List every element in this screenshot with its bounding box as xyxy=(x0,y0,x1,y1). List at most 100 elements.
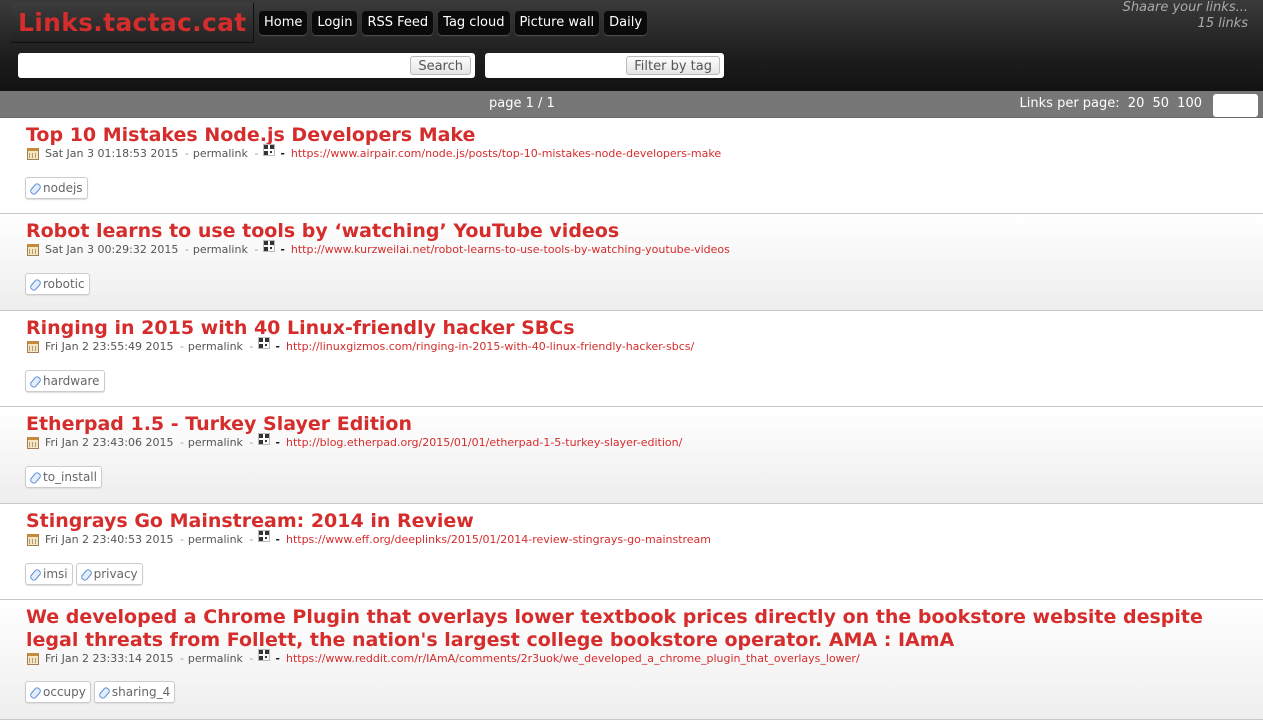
tag[interactable]: to_install xyxy=(25,466,102,488)
tag-icon xyxy=(29,182,41,194)
link-title[interactable]: We developed a Chrome Plugin that overla… xyxy=(26,606,1233,652)
permalink-link[interactable]: permalink xyxy=(193,146,248,162)
nav-tag-cloud[interactable]: Tag cloud xyxy=(438,11,510,35)
tag[interactable]: hardware xyxy=(25,370,105,392)
nav-rss-feed[interactable]: RSS Feed xyxy=(362,11,434,35)
link-meta: Fri Jan 2 23:43:06 2015 - permalink - - … xyxy=(27,433,682,451)
per-page-50[interactable]: 50 xyxy=(1152,96,1169,111)
link-meta: Fri Jan 2 23:55:49 2015 - permalink - - … xyxy=(27,337,694,355)
tag-list: hardware xyxy=(25,370,108,392)
permalink-link[interactable]: permalink xyxy=(188,532,243,548)
link-item: Stingrays Go Mainstream: 2014 in Review … xyxy=(0,504,1263,600)
search-input[interactable] xyxy=(18,53,408,78)
link-url[interactable]: https://www.reddit.com/r/IAmA/comments/2… xyxy=(286,651,860,667)
tag-icon xyxy=(29,568,41,580)
tag-icon xyxy=(29,278,41,290)
calendar-icon xyxy=(27,148,39,160)
link-url[interactable]: https://www.airpair.com/node.js/posts/to… xyxy=(291,146,721,162)
paging-bar: page 1 / 1 Links per page: 20 50 100 xyxy=(0,91,1263,118)
tag-icon xyxy=(80,568,92,580)
link-item: Robot learns to use tools by ‘watching’ … xyxy=(0,214,1263,311)
qrcode-icon[interactable] xyxy=(258,530,271,542)
nav-picture-wall[interactable]: Picture wall xyxy=(514,11,600,35)
qrcode-icon[interactable] xyxy=(263,240,276,252)
qrcode-icon[interactable] xyxy=(258,433,271,445)
permalink-link[interactable]: permalink xyxy=(193,242,248,258)
nav-login[interactable]: Login xyxy=(312,11,358,35)
link-title[interactable]: Stingrays Go Mainstream: 2014 in Review xyxy=(26,510,1233,533)
link-count: 15 links xyxy=(1197,16,1248,31)
tag-list: robotic xyxy=(25,273,93,295)
tag-filter-box: Filter by tag xyxy=(485,53,724,78)
link-meta: Fri Jan 2 23:33:14 2015 - permalink - - … xyxy=(27,649,860,667)
tag[interactable]: nodejs xyxy=(25,177,88,199)
calendar-icon xyxy=(27,341,39,353)
tag-label: robotic xyxy=(43,277,85,291)
qrcode-icon[interactable] xyxy=(258,649,271,661)
tag-label: occupy xyxy=(43,685,86,699)
tag[interactable]: privacy xyxy=(75,563,143,585)
tag[interactable]: sharing_4 xyxy=(93,681,176,703)
tag-list: to_install xyxy=(25,466,105,488)
tag-label: to_install xyxy=(43,470,97,484)
tag-label: nodejs xyxy=(43,181,83,195)
qrcode-icon[interactable] xyxy=(263,144,276,156)
links-per-page-label: Links per page: xyxy=(1019,96,1120,111)
link-item: Etherpad 1.5 - Turkey Slayer Edition Fri… xyxy=(0,407,1263,504)
tagline-block: Shaare your links... 15 links xyxy=(1123,0,1248,32)
link-title[interactable]: Ringing in 2015 with 40 Linux-friendly h… xyxy=(26,317,1233,340)
tag-label: imsi xyxy=(43,567,68,581)
link-date: Fri Jan 2 23:40:53 2015 xyxy=(45,533,174,546)
link-url[interactable]: https://www.eff.org/deeplinks/2015/01/20… xyxy=(286,532,711,548)
link-url[interactable]: http://blog.etherpad.org/2015/01/01/ethe… xyxy=(286,435,682,451)
link-date: Fri Jan 2 23:33:14 2015 xyxy=(45,652,174,665)
link-date: Sat Jan 3 01:18:53 2015 xyxy=(45,147,179,160)
calendar-icon xyxy=(27,437,39,449)
filter-by-tag-button[interactable]: Filter by tag xyxy=(626,56,720,75)
link-url[interactable]: http://www.kurzweilai.net/robot-learns-t… xyxy=(291,242,730,258)
site-title-link[interactable]: Links.tactac.cat xyxy=(11,3,254,43)
link-date: Fri Jan 2 23:43:06 2015 xyxy=(45,436,174,449)
link-date: Sat Jan 3 00:29:32 2015 xyxy=(45,243,179,256)
search-box: Search xyxy=(18,53,475,78)
tag[interactable]: imsi xyxy=(25,563,73,585)
link-item: We developed a Chrome Plugin that overla… xyxy=(0,600,1263,720)
calendar-icon xyxy=(27,244,39,256)
link-list: Top 10 Mistakes Node.js Developers Make … xyxy=(0,118,1263,720)
link-url[interactable]: http://linuxgizmos.com/ringing-in-2015-w… xyxy=(286,339,694,355)
per-page-input[interactable] xyxy=(1213,94,1258,117)
link-title[interactable]: Etherpad 1.5 - Turkey Slayer Edition xyxy=(26,413,1233,436)
link-item: Ringing in 2015 with 40 Linux-friendly h… xyxy=(0,311,1263,407)
permalink-link[interactable]: permalink xyxy=(188,339,243,355)
tag-label: hardware xyxy=(43,374,100,388)
link-date: Fri Jan 2 23:55:49 2015 xyxy=(45,340,174,353)
qrcode-icon[interactable] xyxy=(258,337,271,349)
tag-list: nodejs xyxy=(25,177,91,199)
permalink-link[interactable]: permalink xyxy=(188,651,243,667)
nav-home[interactable]: Home xyxy=(259,11,308,35)
tag-list: imsi privacy xyxy=(25,563,146,585)
tag-icon xyxy=(29,471,41,483)
tag-icon xyxy=(98,686,110,698)
link-meta: Fri Jan 2 23:40:53 2015 - permalink - - … xyxy=(27,530,711,548)
header: Links.tactac.cat Home Login RSS Feed Tag… xyxy=(0,0,1263,91)
per-page-20[interactable]: 20 xyxy=(1128,96,1145,111)
nav-daily[interactable]: Daily xyxy=(604,11,648,35)
link-title[interactable]: Top 10 Mistakes Node.js Developers Make xyxy=(26,124,1233,147)
search-button[interactable]: Search xyxy=(410,56,471,75)
tag-label: privacy xyxy=(93,567,138,581)
link-meta: Sat Jan 3 00:29:32 2015 - permalink - - … xyxy=(27,240,730,258)
link-meta: Sat Jan 3 01:18:53 2015 - permalink - - … xyxy=(27,144,721,162)
tag[interactable]: occupy xyxy=(25,681,91,703)
calendar-icon xyxy=(27,534,39,546)
tag-icon xyxy=(29,375,41,387)
links-per-page: Links per page: 20 50 100 xyxy=(1020,91,1202,117)
per-page-100[interactable]: 100 xyxy=(1177,96,1202,111)
link-title[interactable]: Robot learns to use tools by ‘watching’ … xyxy=(26,220,1233,243)
tag-filter-input[interactable] xyxy=(485,53,625,78)
permalink-link[interactable]: permalink xyxy=(188,435,243,451)
main-nav: Home Login RSS Feed Tag cloud Picture wa… xyxy=(259,11,652,35)
tag-label: sharing_4 xyxy=(111,685,171,699)
tag[interactable]: robotic xyxy=(25,273,90,295)
calendar-icon xyxy=(27,653,39,665)
